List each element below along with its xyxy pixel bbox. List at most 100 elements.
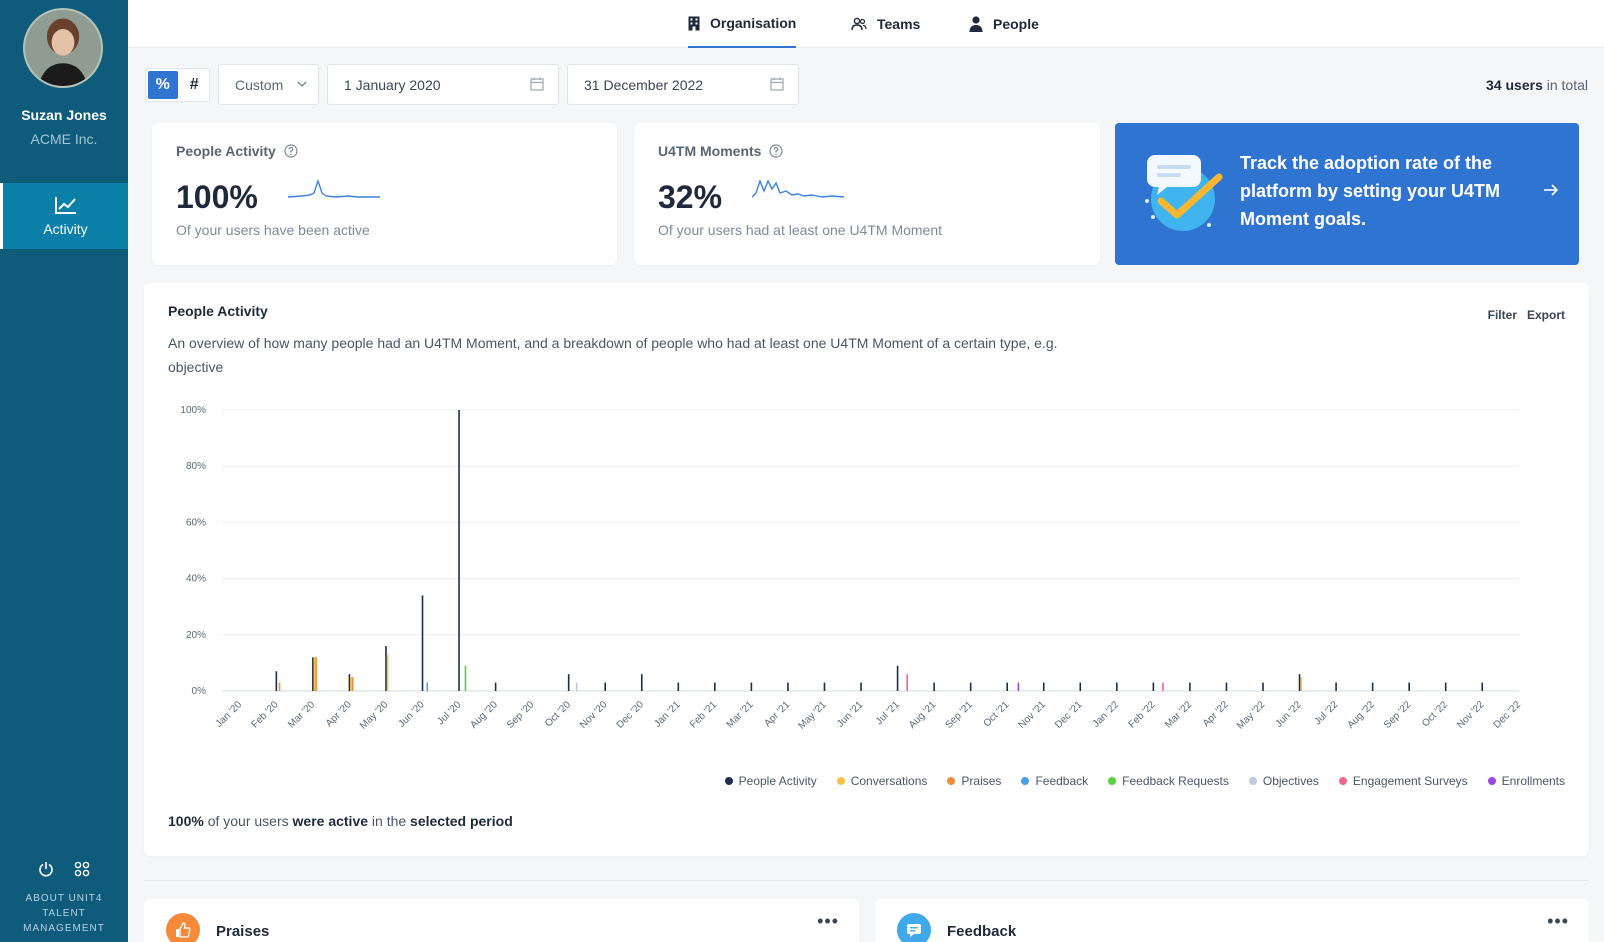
start-date-input[interactable]: 1 January 2020 bbox=[327, 64, 559, 105]
summary-text-bold: selected period bbox=[410, 813, 513, 829]
bar bbox=[1298, 674, 1301, 691]
bar bbox=[385, 646, 387, 691]
bar bbox=[464, 665, 467, 691]
more-options-button[interactable]: ••• bbox=[817, 911, 839, 932]
about-line: MANAGEMENT bbox=[23, 923, 105, 934]
people-activity-card: People Activity 100% Of your users have … bbox=[152, 123, 617, 265]
legend-label: Conversations bbox=[850, 774, 928, 788]
bar bbox=[1116, 682, 1118, 691]
bar bbox=[860, 682, 862, 691]
x-tick-label: Nov '20 bbox=[578, 699, 610, 731]
x-tick-label: Dec '21 bbox=[1053, 699, 1085, 731]
legend-item[interactable]: Enrollments bbox=[1487, 774, 1565, 788]
about-link[interactable]: ABOUT UNIT4 TALENT MANAGEMENT bbox=[0, 891, 128, 936]
bar bbox=[351, 676, 354, 691]
legend-item[interactable]: Feedback Requests bbox=[1108, 774, 1229, 788]
x-tick-label: Feb '22 bbox=[1127, 699, 1158, 730]
legend-item[interactable]: Conversations bbox=[836, 774, 928, 788]
bar bbox=[315, 657, 317, 691]
range-select-value: Custom bbox=[235, 76, 284, 93]
x-tick-label: Feb '20 bbox=[250, 699, 281, 730]
x-tick-label: May '22 bbox=[1235, 699, 1268, 732]
bar bbox=[421, 595, 424, 691]
bar bbox=[714, 682, 716, 691]
bar bbox=[969, 682, 972, 691]
tab-people[interactable]: People bbox=[969, 0, 1039, 48]
percent-mode-button[interactable]: % bbox=[148, 71, 178, 99]
help-icon[interactable] bbox=[769, 144, 784, 158]
user-name: Suzan Jones bbox=[21, 107, 107, 123]
range-select[interactable]: Custom bbox=[218, 64, 319, 105]
bar bbox=[750, 682, 753, 691]
card-description: Of your users have been active bbox=[176, 222, 370, 238]
team-icon bbox=[851, 17, 867, 31]
sidebar-item-label: Activity bbox=[43, 221, 88, 237]
bar bbox=[275, 671, 278, 691]
people-activity-chart: 0%20%40%60%80%100%Jan '20 Feb '20 Mar '20 A… bbox=[180, 405, 1524, 732]
bar bbox=[348, 674, 351, 691]
y-tick-label: 20% bbox=[186, 630, 206, 641]
bar bbox=[426, 682, 429, 691]
legend-dot bbox=[724, 777, 733, 785]
bar bbox=[386, 654, 389, 691]
legend-label: Engagement Surveys bbox=[1352, 774, 1468, 788]
legend-dot bbox=[1487, 777, 1496, 785]
users-suffix: in total bbox=[1542, 77, 1588, 93]
users-total: 34 users in total bbox=[1486, 77, 1588, 93]
sidebar-item-activity[interactable]: Activity bbox=[0, 183, 128, 249]
x-tick-label: Dec '22 bbox=[1492, 699, 1524, 731]
bar bbox=[458, 410, 460, 691]
x-tick-label: Aug '20 bbox=[468, 699, 500, 731]
tab-label: Organisation bbox=[710, 15, 797, 31]
legend-item[interactable]: Feedback bbox=[1021, 774, 1088, 788]
tab-teams[interactable]: Teams bbox=[851, 0, 920, 48]
help-icon[interactable] bbox=[284, 144, 298, 158]
sparkline bbox=[288, 178, 380, 198]
legend-item[interactable]: Objectives bbox=[1248, 774, 1319, 788]
x-tick-label: Oct '21 bbox=[982, 699, 1012, 729]
apps-grid-icon[interactable] bbox=[73, 860, 91, 878]
card-title-text: U4TM Moments bbox=[658, 143, 762, 159]
x-tick-label: Apr '21 bbox=[762, 699, 792, 729]
bar bbox=[1444, 682, 1447, 691]
bar bbox=[312, 657, 314, 691]
x-tick-label: Jan '21 bbox=[652, 699, 683, 730]
x-tick-label: Feb '21 bbox=[688, 699, 719, 730]
goals-promo-banner[interactable]: Track the adoption rate of the platform … bbox=[1115, 123, 1579, 265]
legend-item[interactable]: People Activity bbox=[724, 774, 817, 788]
y-tick-label: 0% bbox=[192, 686, 207, 697]
x-tick-label: Jan '20 bbox=[214, 699, 245, 730]
tab-organisation[interactable]: Organisation bbox=[688, 0, 797, 48]
tab-label: Teams bbox=[877, 16, 921, 32]
end-date-input[interactable]: 31 December 2022 bbox=[567, 64, 799, 105]
chat-check-illustration bbox=[1145, 155, 1223, 231]
chevron-down-icon bbox=[297, 81, 307, 88]
u4tm-moments-card: U4TM Moments 32% Of your users had at le… bbox=[634, 123, 1100, 265]
bar bbox=[933, 682, 935, 691]
top-navigation: Organisation Teams People bbox=[128, 0, 1604, 48]
x-tick-label: Jun '22 bbox=[1274, 699, 1305, 730]
bar bbox=[1262, 682, 1264, 691]
start-date-value: 1 January 2020 bbox=[344, 76, 441, 93]
legend-item[interactable]: Engagement Surveys bbox=[1338, 774, 1468, 788]
calendar-icon bbox=[770, 77, 784, 91]
x-tick-label: Mar '22 bbox=[1163, 699, 1194, 730]
legend-dot bbox=[1021, 777, 1030, 785]
card-title: People Activity bbox=[176, 143, 298, 159]
x-tick-label: Sep '22 bbox=[1382, 699, 1414, 731]
bar bbox=[278, 682, 281, 691]
building-icon bbox=[688, 16, 700, 30]
arrow-right-icon bbox=[1544, 184, 1559, 196]
avatar[interactable] bbox=[23, 8, 103, 88]
more-options-button[interactable]: ••• bbox=[1547, 911, 1569, 932]
legend-dot bbox=[947, 777, 956, 785]
section-divider bbox=[144, 880, 1589, 881]
legend-item[interactable]: Praises bbox=[947, 774, 1001, 788]
bar bbox=[313, 657, 316, 691]
count-mode-button[interactable]: # bbox=[180, 69, 210, 101]
bar bbox=[823, 682, 826, 691]
power-icon[interactable] bbox=[37, 860, 55, 878]
y-tick-label: 40% bbox=[186, 574, 206, 585]
legend-label: Feedback bbox=[1035, 774, 1089, 788]
x-tick-label: Jan '22 bbox=[1091, 699, 1122, 730]
